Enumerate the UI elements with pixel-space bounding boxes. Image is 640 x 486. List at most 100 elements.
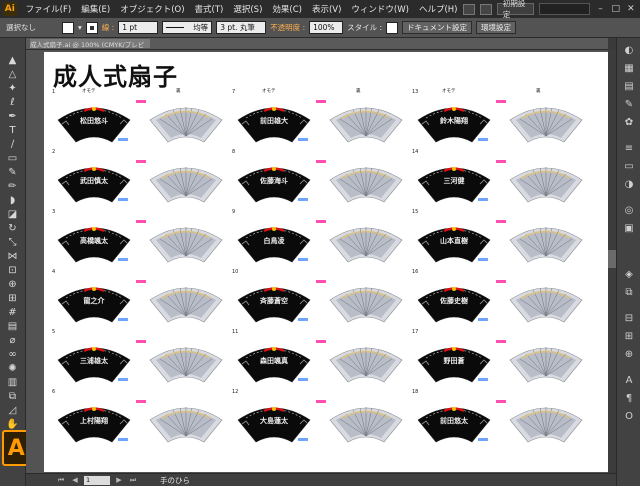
fill-swatch[interactable] [62,21,74,34]
artboards-panel-icon[interactable]: ⧉ [622,286,636,300]
stroke-swatch[interactable] [85,21,98,34]
rectangle-tool-icon[interactable]: ▭ [6,152,19,165]
vertical-scrollbar[interactable] [608,50,616,473]
direct-selection-tool-icon[interactable]: △ [6,68,19,81]
selection-tool-icon[interactable]: ▲ [6,54,19,67]
artboard-tool-icon[interactable]: ⧉ [6,390,19,403]
gradient-tool-icon[interactable]: ▤ [6,320,19,333]
last-artboard-icon[interactable]: ⏭ [128,476,138,485]
fan-back-artwork[interactable] [508,342,584,384]
prev-artboard-icon[interactable]: ◀ [70,476,80,485]
appearance-panel-icon[interactable]: ◎ [622,204,636,218]
type-tool-icon[interactable]: T [6,124,19,137]
magic-wand-tool-icon[interactable]: ✦ [6,82,19,95]
stroke-label[interactable]: 線 : [102,22,114,33]
fan-back-artwork[interactable] [148,162,224,204]
bridge-icon[interactable] [462,3,475,15]
fan-back-artwork[interactable] [508,222,584,264]
canvas[interactable]: 成人式扇子 オモテ 裏 オモテ 裏 オモテ 裏 1 松田悠斗 2 武田慎太 3 高橋颯太 4 龍之介 5 三浦… [26,50,608,473]
eraser-tool-icon[interactable]: ◪ [6,208,19,221]
minimize-icon[interactable]: – [595,3,605,15]
paragraph-panel-icon[interactable]: ¶ [622,392,636,406]
opacity-field[interactable]: 100% [309,21,344,34]
close-icon[interactable]: ✕ [626,3,636,15]
opentype-panel-icon[interactable]: O [622,410,636,424]
fan-back-artwork[interactable] [148,402,224,444]
variable-width-profile[interactable]: 均等 [162,21,213,34]
graphic-styles-icon[interactable]: ▣ [622,222,636,236]
fan-back-artwork[interactable] [328,282,404,324]
menu-edit[interactable]: 編集(E) [76,3,115,15]
menu-view[interactable]: 表示(V) [307,3,346,15]
blob-brush-tool-icon[interactable]: ◗ [6,194,19,207]
pencil-tool-icon[interactable]: ✏ [6,180,19,193]
slice-tool-icon[interactable]: ◿ [6,404,19,417]
graphic-style-swatch[interactable] [386,21,399,34]
menu-window[interactable]: ウィンドウ(W) [346,3,414,15]
line-tool-icon[interactable]: ∕ [6,138,19,151]
fan-back-artwork[interactable] [508,282,584,324]
maximize-icon[interactable]: □ [611,3,621,15]
swatches-panel-icon[interactable]: ▤ [622,80,636,94]
brushes-panel-icon[interactable]: ✎ [622,98,636,112]
search-input[interactable] [539,3,591,15]
menu-file[interactable]: ファイル(F) [21,3,77,15]
pathfinder-panel-icon[interactable]: ⊕ [622,348,636,362]
arrange-documents-icon[interactable] [479,3,492,15]
column-graph-tool-icon[interactable]: ▥ [6,376,19,389]
fan-back-artwork[interactable] [148,342,224,384]
free-transform-tool-icon[interactable]: ⊡ [6,264,19,277]
fan-back-artwork[interactable] [328,102,404,144]
transform-panel-icon[interactable]: ⊞ [622,330,636,344]
color-guide-icon[interactable]: ▦ [622,62,636,76]
workspace-switcher[interactable]: 初期設定 [496,0,535,19]
next-artboard-icon[interactable]: ▶ [114,476,124,485]
pen-tool-icon[interactable]: ✒ [6,110,19,123]
width-tool-icon[interactable]: ⋈ [6,250,19,263]
fan-back-artwork[interactable] [148,102,224,144]
perspective-grid-tool-icon[interactable]: ⊞ [6,292,19,305]
color-panel-icon[interactable]: ◐ [622,44,636,58]
layers-panel-icon[interactable]: ◈ [622,268,636,282]
fan-back-artwork[interactable] [328,222,404,264]
first-artboard-icon[interactable]: ⏮ [56,476,66,485]
symbol-sprayer-tool-icon[interactable]: ✺ [6,362,19,375]
document-tab[interactable]: 成人式扇子.ai @ 100% (CMYK/プレビュー) [30,39,150,48]
stroke-weight-field[interactable]: 1 pt [118,21,159,34]
transparency-panel-icon[interactable]: ◑ [622,178,636,192]
symbols-panel-icon[interactable]: ✿ [622,116,636,130]
fan-back-artwork[interactable] [328,402,404,444]
menu-object[interactable]: オブジェクト(O) [115,3,189,15]
document-setup-button[interactable]: ドキュメント設定 [402,21,473,34]
fan-back-artwork[interactable] [148,282,224,324]
preferences-button[interactable]: 環境設定 [476,21,517,34]
fan-back-artwork[interactable] [328,342,404,384]
menu-type[interactable]: 書式(T) [190,3,229,15]
fan-back-artwork[interactable] [328,162,404,204]
fan-back-artwork[interactable] [508,102,584,144]
brush-definition[interactable]: 3 pt. 丸筆 [216,21,267,34]
rotate-tool-icon[interactable]: ↻ [6,222,19,235]
artboard[interactable]: 成人式扇子 オモテ 裏 オモテ 裏 オモテ 裏 1 松田悠斗 2 武田慎太 3 高橋颯太 4 龍之介 5 三浦… [44,52,608,472]
menu-select[interactable]: 選択(S) [228,3,267,15]
vertical-scroll-thumb[interactable] [608,250,616,268]
lasso-tool-icon[interactable]: ℓ [6,96,19,109]
eyedropper-tool-icon[interactable]: ⌀ [6,334,19,347]
blend-tool-icon[interactable]: ∞ [6,348,19,361]
menu-effect[interactable]: 効果(C) [267,3,307,15]
fan-back-artwork[interactable] [148,222,224,264]
stroke-panel-icon[interactable]: ≡ [622,142,636,156]
fan-back-artwork[interactable] [508,162,584,204]
opacity-label[interactable]: 不透明度 : [270,22,305,33]
fill-dropdown-icon[interactable]: ▾ [78,23,82,32]
scale-tool-icon[interactable]: ⤡ [6,236,19,249]
shape-builder-tool-icon[interactable]: ⊕ [6,278,19,291]
paintbrush-tool-icon[interactable]: ✎ [6,166,19,179]
align-panel-icon[interactable]: ⊟ [622,312,636,326]
character-panel-icon[interactable]: A [622,374,636,388]
fan-back-artwork[interactable] [508,402,584,444]
menu-help[interactable]: ヘルプ(H) [414,3,463,15]
gradient-panel-icon[interactable]: ▭ [622,160,636,174]
artboard-number-field[interactable]: 1 [84,475,110,485]
mesh-tool-icon[interactable]: # [6,306,19,319]
